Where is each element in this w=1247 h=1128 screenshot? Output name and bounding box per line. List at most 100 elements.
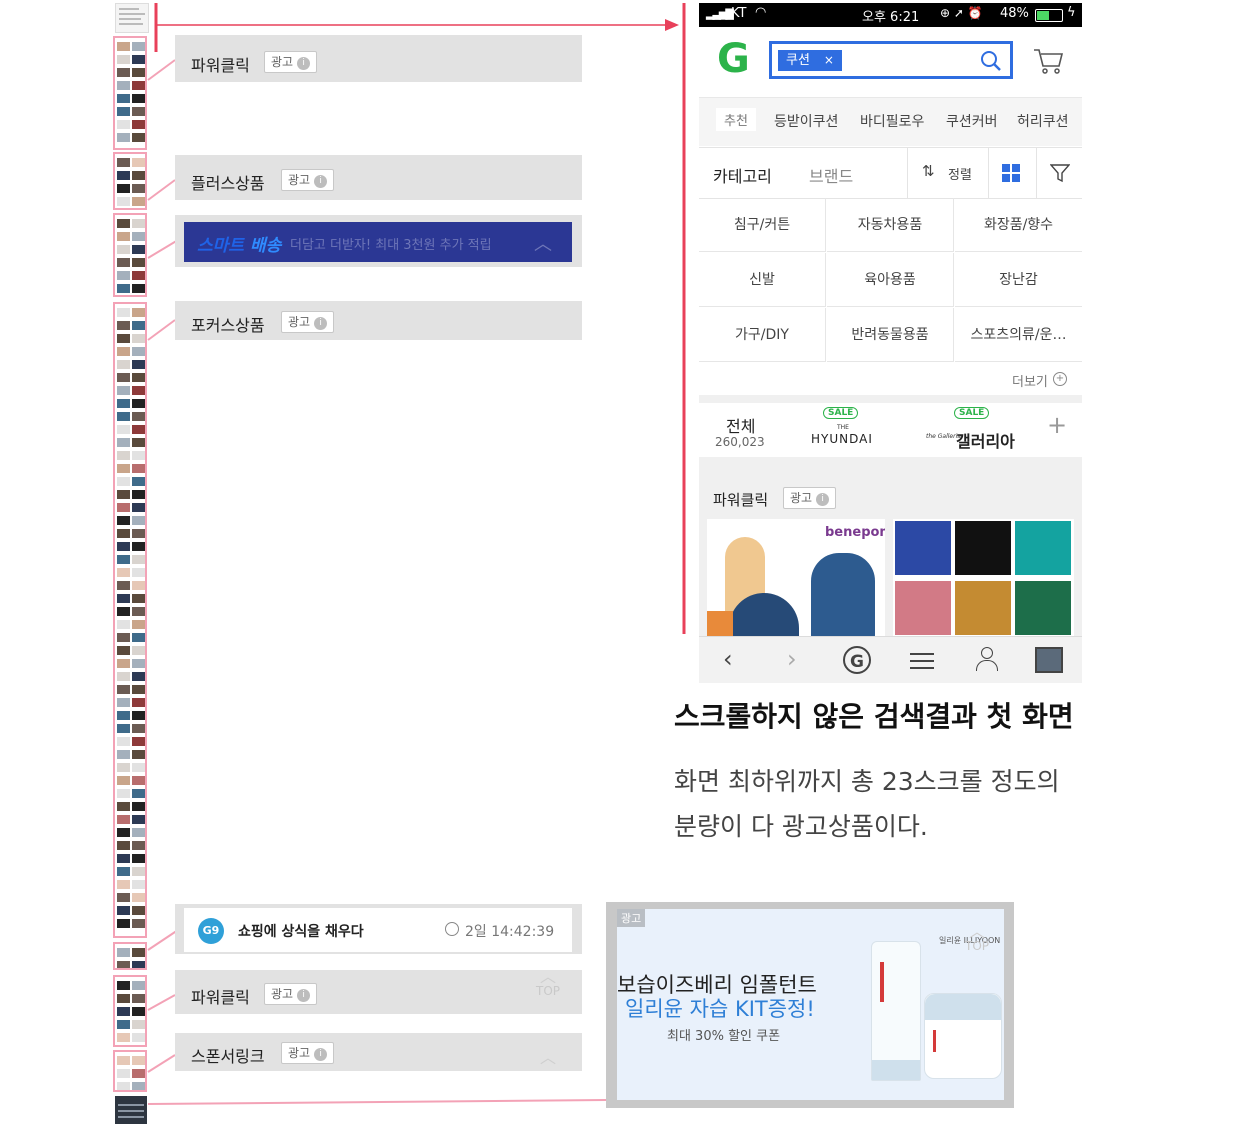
page-thumbnail-strip[interactable] bbox=[113, 0, 149, 1128]
thumb-product-tile bbox=[132, 581, 145, 590]
ad-tag: 광고 bbox=[617, 909, 646, 927]
more-label: 더보기 bbox=[1012, 375, 1048, 390]
thumb-product-tile bbox=[117, 828, 130, 837]
top-button[interactable]: ︿ TOP bbox=[957, 924, 997, 954]
thumb-product-tile bbox=[132, 347, 145, 356]
thumb-product-tile bbox=[117, 607, 130, 616]
thumb-product-tile bbox=[132, 334, 145, 343]
thumb-product-tile bbox=[117, 107, 130, 116]
thumb-product-tile bbox=[132, 776, 145, 785]
keyword-tab[interactable]: 추천 bbox=[716, 108, 756, 131]
tab-galleria[interactable]: SALE the Galleria 갤러리아 bbox=[924, 403, 1024, 457]
back-icon[interactable]: ‹ bbox=[723, 645, 733, 673]
search-keyword-chip[interactable]: 쿠션 × bbox=[778, 50, 842, 71]
ad-badge: 광고 i bbox=[281, 311, 335, 333]
thumb-product-tile bbox=[132, 1033, 145, 1042]
thumb-product-tile bbox=[132, 503, 145, 512]
tab-hyundai[interactable]: SALE THE HYUNDAI bbox=[799, 403, 889, 457]
gmarket-logo[interactable]: G bbox=[717, 37, 750, 81]
thumb-product-tile bbox=[132, 68, 145, 77]
recent-items-icon[interactable] bbox=[1035, 647, 1063, 673]
thumb-product-tile bbox=[132, 529, 145, 538]
thumb-product-tile bbox=[117, 464, 130, 473]
thumb-product-tile bbox=[132, 994, 145, 1003]
battery-percent: 48% bbox=[1000, 6, 1029, 21]
smart-logo-part2: 배송 bbox=[250, 236, 282, 256]
smart-delivery-banner[interactable]: 스마트 배송 더담고 더받자! 최대 3천원 추가 적립 ︿ bbox=[184, 222, 572, 262]
grid-view-icon[interactable] bbox=[1002, 164, 1020, 182]
battery-icon bbox=[1035, 9, 1063, 22]
thumb-product-tile bbox=[132, 880, 145, 889]
category-item[interactable]: 스포츠의류/운… bbox=[955, 308, 1082, 362]
thumb-product-tile bbox=[132, 438, 145, 447]
category-item[interactable]: 육아용품 bbox=[827, 253, 954, 307]
keyword-tab[interactable]: 허리쿠션 bbox=[1017, 111, 1069, 131]
filter-icon[interactable] bbox=[1036, 148, 1082, 198]
more-button[interactable]: 더보기 + bbox=[699, 363, 1082, 395]
product-image-cushion[interactable]: benepom bbox=[707, 519, 885, 637]
home-g-icon[interactable]: G bbox=[843, 646, 871, 674]
thumb-power-click bbox=[113, 36, 147, 150]
strip-top-preview bbox=[115, 3, 149, 33]
keyword-tab[interactable]: 쿠션커버 bbox=[946, 111, 998, 131]
ad-banner[interactable]: 광고 보습이즈베리 임폴턴트 일리윤 자습 KIT증정! 최대 30% 할인 쿠… bbox=[617, 909, 1004, 1100]
ad-badge: 광고 i bbox=[783, 487, 837, 509]
thumb-product-tile bbox=[117, 171, 130, 180]
my-page-icon[interactable] bbox=[974, 647, 998, 673]
thumb-product-tile bbox=[117, 1007, 130, 1016]
thumb-product-tile bbox=[117, 542, 130, 551]
category-item[interactable]: 자동차용품 bbox=[827, 198, 954, 252]
thumb-product-tile bbox=[132, 789, 145, 798]
category-item[interactable]: 가구/DIY bbox=[699, 308, 826, 362]
chevron-up-icon[interactable]: ︿ bbox=[534, 230, 552, 256]
tab-category[interactable]: 카테고리 bbox=[713, 163, 772, 187]
thumb-product-tile bbox=[132, 232, 145, 241]
thumb-product-tile bbox=[117, 1082, 130, 1090]
filter-bar: 카테고리 브랜드 ⇅ 정렬 bbox=[699, 147, 1082, 199]
category-item[interactable]: 신발 bbox=[699, 253, 826, 307]
forward-icon[interactable]: › bbox=[787, 645, 797, 673]
category-item[interactable]: 화장품/향수 bbox=[955, 198, 1082, 252]
thumb-product-tile bbox=[117, 55, 130, 64]
ad-subline: 최대 30% 할인 쿠폰 bbox=[667, 1029, 781, 1044]
keyword-tab[interactable]: 등받이쿠션 bbox=[774, 111, 838, 131]
callout-power-click: 파워클릭 광고 i bbox=[175, 35, 582, 82]
cart-icon[interactable] bbox=[1032, 46, 1064, 76]
thumb-product-tile bbox=[117, 659, 130, 668]
sale-badge: SALE bbox=[823, 407, 859, 419]
status-bar: ▂▃▅▇ KT ◠ 오후 6:21 ⊕ ➚ ⏰ 48% ϟ bbox=[699, 3, 1082, 27]
thumb-product-tile bbox=[117, 750, 130, 759]
keyword-tab[interactable]: 바디필로우 bbox=[860, 111, 924, 131]
search-icon[interactable] bbox=[980, 50, 1002, 72]
thumb-product-tile bbox=[117, 158, 130, 167]
g9-banner[interactable]: G9 쇼핑에 상식을 채우다 2일 14:42:39 bbox=[184, 908, 572, 952]
chip-close-icon[interactable]: × bbox=[824, 53, 834, 67]
charging-icon: ϟ bbox=[1067, 5, 1076, 20]
tab-all[interactable]: 전체 260,023 bbox=[707, 403, 774, 460]
add-tab-icon[interactable]: + bbox=[1047, 411, 1067, 439]
category-item[interactable]: 침구/커튼 bbox=[699, 198, 826, 252]
search-input[interactable]: 쿠션 × bbox=[769, 41, 1013, 79]
sort-button[interactable]: ⇅ 정렬 bbox=[907, 148, 989, 198]
thumb-product-tile bbox=[132, 1069, 145, 1078]
thumb-product-tile bbox=[132, 94, 145, 103]
product-image-sequin-pillows[interactable] bbox=[893, 519, 1074, 637]
g9-logo: G9 bbox=[198, 918, 224, 944]
category-item[interactable]: 장난감 bbox=[955, 253, 1082, 307]
thumb-product-tile bbox=[117, 386, 130, 395]
tab-brand[interactable]: 브랜드 bbox=[809, 163, 853, 187]
thumb-product-tile bbox=[117, 685, 130, 694]
related-keywords: 추천 등받이쿠션 바디필로우 쿠션커버 허리쿠션 bbox=[699, 97, 1082, 146]
benepom-logo: benepom bbox=[825, 525, 885, 540]
clock-icon bbox=[445, 922, 459, 936]
section-title: 파워클릭 bbox=[713, 491, 769, 509]
ad-banner-callout: 광고 보습이즈베리 임폴턴트 일리윤 자습 KIT증정! 최대 30% 할인 쿠… bbox=[606, 902, 1014, 1108]
top-button[interactable]: ︿ TOP bbox=[528, 969, 568, 999]
category-item[interactable]: 반려동물용품 bbox=[827, 308, 954, 362]
strip-bottom-ad bbox=[115, 1096, 147, 1124]
menu-icon[interactable] bbox=[910, 653, 934, 669]
top-button[interactable]: ︿ bbox=[528, 1050, 568, 1066]
callout-label: 포커스상품 bbox=[191, 316, 265, 335]
thumb-product-tile bbox=[117, 232, 130, 241]
thumb-product-tile bbox=[132, 490, 145, 499]
